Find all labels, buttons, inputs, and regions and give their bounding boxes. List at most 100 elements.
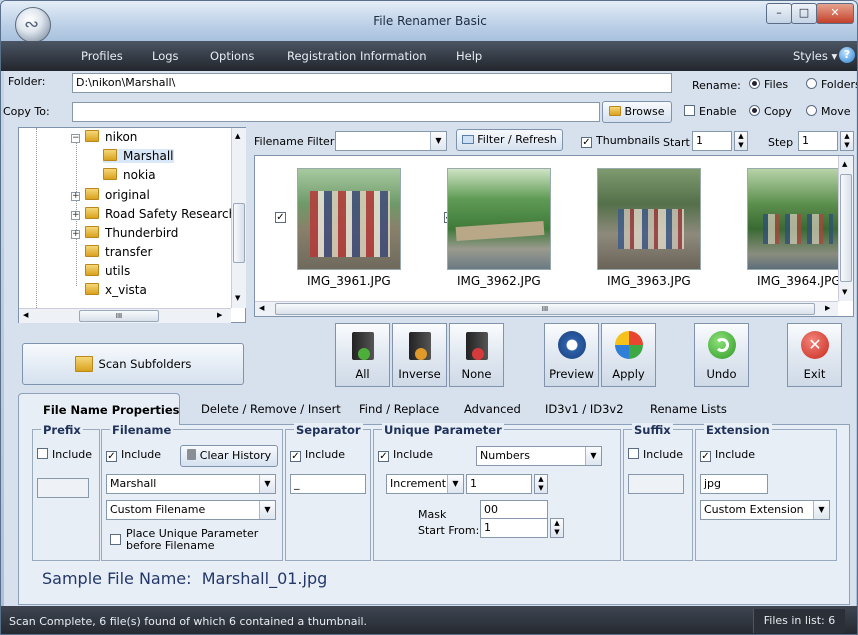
tree-item-transfer[interactable]: transfer — [85, 245, 152, 259]
inverse-button[interactable]: Inverse — [392, 323, 447, 387]
menu-logs[interactable]: Logs — [152, 49, 179, 63]
minimize-button[interactable]: – — [766, 3, 792, 24]
separator-include-checkbox[interactable]: ✓ Include — [290, 448, 345, 462]
undo-button[interactable]: Undo — [694, 323, 749, 387]
help-icon[interactable]: ? — [839, 47, 855, 63]
extension-mode-select[interactable]: Custom Extension ▼ — [700, 500, 830, 520]
clear-history-button[interactable]: Clear History — [180, 445, 278, 467]
tab-file-name-properties[interactable]: File Name Properties — [18, 393, 180, 425]
thumbnail-image-4[interactable] — [747, 168, 851, 270]
tree-expand-thunderbird[interactable]: + — [71, 230, 80, 239]
prefix-include-checkbox[interactable]: Include — [37, 448, 92, 461]
thumbnail-image-3[interactable] — [597, 168, 701, 270]
tab-rename-lists[interactable]: Rename Lists — [650, 402, 727, 416]
folder-input[interactable]: D:\nikon\Marshall\ — [72, 73, 672, 93]
close-button[interactable]: ✕ — [816, 3, 854, 24]
tree-hscrollbar[interactable]: ◀ III ▶ — [19, 308, 231, 323]
tree-item-thunderbird[interactable]: Thunderbird — [85, 226, 178, 240]
unique-type-select[interactable]: Numbers ▼ — [476, 446, 602, 466]
apply-button[interactable]: Apply — [601, 323, 656, 387]
tab-id3[interactable]: ID3v1 / ID3v2 — [545, 402, 624, 416]
tree-expand-road-safety[interactable]: + — [71, 211, 80, 220]
increment-select[interactable]: Increment ▼ — [386, 474, 464, 494]
move-radio[interactable]: Move — [806, 105, 851, 118]
tree-expand-original[interactable]: + — [71, 192, 80, 201]
start-input[interactable]: 1 — [692, 131, 732, 151]
scan-subfolders-button[interactable]: Scan Subfolders — [22, 343, 244, 385]
tab-find-replace[interactable]: Find / Replace — [359, 402, 439, 416]
copy-radio[interactable]: Copy — [749, 105, 792, 118]
suffix-include-checkbox[interactable]: Include — [628, 448, 683, 461]
menu-options[interactable]: Options — [210, 49, 254, 63]
scroll-up-icon[interactable]: ▲ — [842, 160, 847, 168]
scroll-up-icon[interactable]: ▲ — [235, 132, 240, 140]
unique-include-checkbox[interactable]: ✓ Include — [378, 448, 433, 462]
maximize-button[interactable]: □ — [791, 3, 817, 24]
increment-input[interactable]: 1 — [466, 474, 532, 494]
thumb-vscroll-thumb[interactable] — [840, 174, 852, 282]
filename-select[interactable]: Marshall ▼ — [106, 474, 276, 494]
step-spinner[interactable]: ▲ ▼ — [840, 131, 854, 151]
scroll-left-icon[interactable]: ◀ — [259, 304, 264, 312]
tree-hscroll-thumb[interactable]: III — [79, 310, 159, 322]
styles-menu[interactable]: Styles ▾ — [793, 49, 837, 63]
menu-profiles[interactable]: Profiles — [81, 49, 123, 63]
thumbnail-image-2[interactable] — [447, 168, 551, 270]
start-from-spinner[interactable]: ▲ ▼ — [550, 518, 564, 538]
separator-input[interactable]: _ — [290, 474, 366, 494]
rename-folders-radio[interactable]: Folders — [806, 78, 857, 91]
browse-label: Browse — [624, 105, 665, 118]
filter-refresh-button[interactable]: Filter / Refresh — [456, 129, 563, 151]
suffix-input[interactable] — [628, 474, 684, 494]
tree-item-nikon[interactable]: nikon — [85, 130, 137, 144]
scroll-down-icon[interactable]: ▼ — [842, 288, 847, 296]
menu-registration[interactable]: Registration Information — [287, 49, 427, 63]
extension-input[interactable]: jpg — [700, 474, 768, 494]
mask-input[interactable]: 00 — [480, 500, 548, 520]
thumbnail-image-1[interactable] — [297, 168, 401, 270]
tree-item-nokia[interactable]: nokia — [103, 168, 156, 182]
folder-icon — [85, 207, 99, 219]
browse-button[interactable]: Browse — [602, 101, 672, 123]
copyto-input[interactable] — [72, 102, 600, 122]
tree-item-x-vista[interactable]: x_vista — [85, 283, 147, 297]
tree-collapse-nikon[interactable]: − — [71, 134, 80, 143]
filename-mode-select[interactable]: Custom Filename ▼ — [106, 500, 276, 520]
select-all-button[interactable]: All — [335, 323, 390, 387]
enable-checkbox[interactable]: Enable — [684, 105, 736, 118]
scroll-left-icon[interactable]: ◀ — [23, 311, 28, 319]
tree-item-road-safety[interactable]: Road Safety Research — [85, 207, 231, 221]
thumbnail-panel[interactable]: ✓ IMG_3961.JPG ✓ IMG_3962.JPG ✓ IMG_3963… — [254, 155, 854, 317]
increment-spinner[interactable]: ▲ ▼ — [534, 474, 548, 494]
prefix-input[interactable] — [37, 478, 89, 498]
folder-tree[interactable]: − nikon Marshall nokia + original + Road… — [18, 127, 246, 323]
scroll-right-icon[interactable]: ▶ — [825, 304, 830, 312]
start-spinner[interactable]: ▲ ▼ — [734, 131, 748, 151]
thumb-vscrollbar[interactable]: ▲ ▼ — [838, 156, 853, 301]
thumb-hscrollbar[interactable]: ◀ III ▶ — [255, 301, 838, 316]
extension-include-checkbox[interactable]: ✓ Include — [700, 448, 755, 462]
place-unique-checkbox[interactable] — [110, 534, 121, 545]
exit-button[interactable]: ✕ Exit — [787, 323, 842, 387]
tree-vscrollbar[interactable]: ▲ ▼ — [231, 128, 246, 308]
scroll-right-icon[interactable]: ▶ — [217, 311, 222, 319]
tab-delete-remove-insert[interactable]: Delete / Remove / Insert — [201, 402, 341, 416]
tree-vscroll-thumb[interactable] — [233, 203, 245, 263]
scroll-down-icon[interactable]: ▼ — [235, 294, 240, 302]
filename-filter-select[interactable]: ▼ — [335, 131, 447, 151]
thumb-hscroll-thumb[interactable]: III — [275, 303, 815, 315]
tree-item-utils[interactable]: utils — [85, 264, 130, 278]
select-none-button[interactable]: None — [449, 323, 504, 387]
thumbnails-checkbox[interactable]: ✓ Thumbnails — [581, 134, 660, 148]
rename-files-radio[interactable]: Files — [749, 78, 788, 91]
tree-label: x_vista — [105, 283, 147, 297]
tree-item-marshall[interactable]: Marshall — [103, 149, 174, 163]
tree-item-original[interactable]: original — [85, 188, 150, 202]
thumb-checkbox-1[interactable]: ✓ — [275, 212, 286, 223]
filename-include-checkbox[interactable]: ✓ Include — [106, 448, 161, 462]
tab-advanced[interactable]: Advanced — [464, 402, 521, 416]
start-from-input[interactable]: 1 — [480, 518, 548, 538]
menu-help[interactable]: Help — [456, 49, 482, 63]
preview-button[interactable]: Preview — [544, 323, 599, 387]
step-input[interactable]: 1 — [798, 131, 838, 151]
